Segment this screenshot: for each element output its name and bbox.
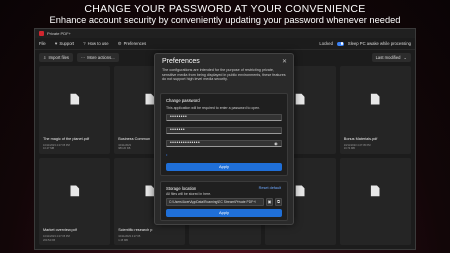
file-card[interactable]: The magic of the planet.pdf 10/11/2023 4:… — [39, 66, 111, 154]
confirm-password-field[interactable]: •••••••••••••• ◉ — [166, 140, 282, 147]
file-name: Scientific research p — [118, 228, 153, 232]
file-meta: 10/11/2023 980.20 KB — [118, 144, 131, 151]
sleep-toggle[interactable] — [336, 41, 344, 46]
change-password-section: Change password This application will be… — [160, 93, 288, 176]
file-meta: 10/11/2023 4:27:05 1.15 MB — [118, 235, 140, 242]
pdf-file-icon — [145, 185, 155, 197]
pdf-file-icon — [70, 185, 80, 197]
more-actions-label: More actions... — [87, 54, 115, 60]
reset-default-link[interactable]: Reset default — [259, 186, 281, 190]
menu-bar: File ♥ Support ? How to use ⚙ Preferences L… — [35, 38, 415, 50]
file-size: 10.27 MB — [43, 147, 55, 151]
dialog-title: Preferences — [162, 58, 200, 65]
close-icon[interactable]: ✕ — [282, 58, 287, 65]
copy-icon[interactable]: ⧉ — [275, 198, 282, 206]
sort-dropdown[interactable]: Last modified ⌄ — [371, 52, 411, 62]
menu-preferences[interactable]: ⚙ Preferences — [118, 41, 147, 47]
gear-icon: ⚙ — [117, 40, 122, 46]
pdf-file-icon — [145, 93, 155, 105]
confirm-password-value: •••••••••••••• — [170, 140, 201, 146]
window-title: Private PDF+ — [47, 31, 71, 36]
file-size: 200.54 KB — [43, 238, 56, 242]
headline-subtitle: Enhance account security by conveniently… — [49, 15, 401, 25]
file-meta: 10/11/2023 4:27:05 PM 10.74 MB — [344, 144, 371, 151]
import-icon: ⇩ — [43, 54, 47, 60]
storage-location-title: Storage location — [166, 186, 197, 191]
pdf-file-icon — [370, 185, 380, 197]
pdf-file-icon — [70, 93, 80, 105]
storage-path-field[interactable]: C:\Users\Acer\AppData\Roaming\EC Stream\… — [166, 198, 264, 206]
menu-how-to-use-label: How to use — [87, 41, 109, 46]
change-password-note: This application will be required to ent… — [166, 106, 261, 110]
chevron-down-icon: ⌄ — [403, 54, 407, 60]
menu-support[interactable]: ♥ Support — [55, 41, 74, 46]
file-card[interactable]: Bonus Materials.pdf 10/11/2023 4:27:05 PM… — [339, 66, 411, 154]
menu-file[interactable]: File — [39, 41, 46, 46]
heart-icon: ♥ — [54, 41, 58, 46]
menu-how-to-use[interactable]: ? How to use — [83, 41, 108, 46]
file-name: Bonus Materials.pdf — [343, 136, 378, 141]
file-name: The magic of the planet.pdf — [43, 136, 90, 141]
password-strength-indicator: • — [166, 152, 168, 157]
file-size: 1.15 MB — [118, 238, 128, 242]
headline-title: CHANGE YOUR PASSWORD AT YOUR CONVENIENCE — [84, 3, 366, 15]
locked-label: Locked — [319, 41, 333, 46]
file-name: Market overview.pdf — [43, 228, 77, 232]
more-icon: ⋯ — [81, 54, 86, 60]
file-size: 10.74 MB — [343, 147, 355, 151]
current-password-field[interactable]: •••••••• — [166, 114, 282, 121]
password-apply-button[interactable]: Apply — [166, 163, 282, 171]
file-name: Business Commun — [118, 136, 151, 141]
file-meta: 10/11/2023 4:27:05 PM 200.54 KB — [43, 235, 70, 242]
pdf-file-icon — [295, 185, 305, 197]
eye-icon[interactable]: ◉ — [274, 141, 278, 146]
file-meta: 10/11/2023 4:27:05 PM 10.27 MB — [43, 144, 70, 151]
import-files-button[interactable]: ⇩ Import files — [39, 52, 73, 62]
more-actions-button[interactable]: ⋯ More actions... — [77, 52, 119, 62]
file-card[interactable] — [339, 157, 411, 245]
menu-preferences-label: Preferences — [123, 41, 147, 46]
file-card[interactable]: Market overview.pdf 10/11/2023 4:27:05 PM… — [39, 157, 111, 245]
menu-support-label: Support — [59, 41, 75, 46]
title-bar: Private PDF+ — [35, 29, 415, 38]
question-icon: ? — [83, 41, 86, 46]
new-password-field[interactable]: ••••••• — [166, 127, 282, 134]
import-files-label: Import files — [48, 54, 69, 60]
storage-location-note: All files will be stored in here. — [166, 192, 212, 196]
file-size: 980.20 KB — [118, 147, 131, 151]
sleep-label: Sleep PC awake while processing — [347, 41, 411, 46]
preferences-dialog: Preferences ✕ The configurations are int… — [154, 53, 294, 225]
folder-icon[interactable]: ▣ — [266, 198, 273, 206]
storage-apply-button[interactable]: Apply — [166, 209, 282, 217]
storage-path-row: C:\Users\Acer\AppData\Roaming\EC Stream\… — [166, 198, 282, 206]
pdf-file-icon — [370, 93, 380, 105]
app-logo-icon — [39, 31, 44, 36]
dialog-description: The configurations are intended for the … — [162, 68, 286, 82]
pdf-file-icon — [295, 93, 305, 105]
sort-label: Last modified — [375, 54, 401, 60]
storage-location-section: Storage location All files will be store… — [160, 181, 288, 221]
change-password-title: Change password — [166, 98, 200, 103]
